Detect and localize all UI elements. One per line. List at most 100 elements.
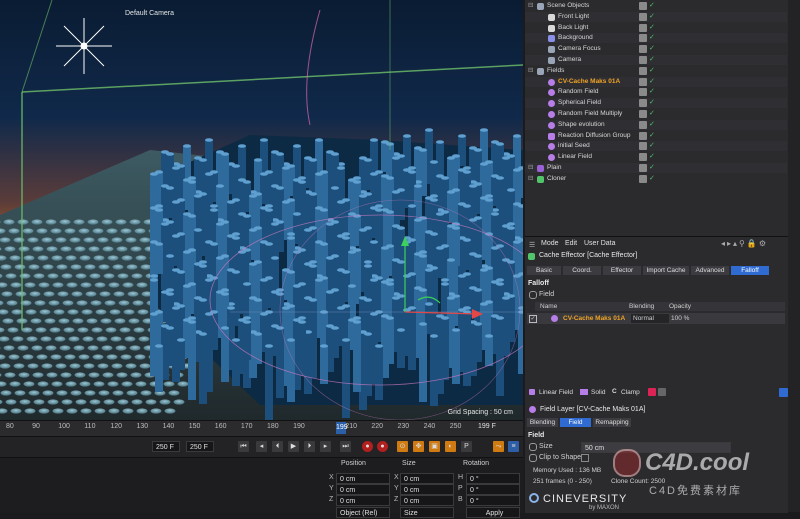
layer-flag-icon[interactable] [639,12,647,21]
expand-icon[interactable]: ⊟ [528,174,533,184]
next-key-icon[interactable]: ▸ [320,441,331,452]
autokey-icon[interactable]: ● [377,441,388,452]
object-row[interactable]: Shape evolution ✓ [525,120,787,130]
layer-tab-field[interactable]: Field [560,418,591,427]
visibility-check-icon[interactable]: ✓ [649,66,655,76]
size-mode-select[interactable]: Size [400,507,454,518]
size-field[interactable]: 0 cm [400,484,454,495]
object-row[interactable]: ⊟ Fields ✓ [525,66,787,76]
rotation-field[interactable]: 0 ° [466,495,520,506]
layer-flag-icon[interactable] [639,110,647,118]
coord-mode-select[interactable]: Object (Rel) [336,507,390,518]
timeline-ruler[interactable]: 80 90 100 110 120 130 140 150 160 170 180 190 210 220… [0,420,523,436]
visibility-check-icon[interactable]: ✓ [649,77,655,87]
size-radio-icon[interactable] [529,443,537,451]
object-row[interactable]: Front Light ✓ [525,12,787,22]
clamp-button[interactable]: Clamp [621,389,640,396]
layer-tab-remapping[interactable]: Remapping [593,418,631,427]
menu-edit[interactable]: Edit [565,240,577,247]
layer-flag-icon[interactable] [639,45,647,54]
visibility-check-icon[interactable]: ✓ [649,141,655,151]
goto-end-icon[interactable]: ⏭ [340,441,351,452]
visibility-check-icon[interactable]: ✓ [649,163,655,173]
next-frame-icon[interactable]: ⏵ [304,441,315,452]
expand-icon[interactable]: ⊟ [528,163,533,173]
layer-flag-icon[interactable] [639,174,647,183]
expand-icon[interactable]: ⊟ [528,66,533,76]
layer-flag-icon[interactable] [639,88,647,97]
rotation-field[interactable]: 0 ° [466,473,520,484]
layer-flag-icon[interactable] [639,77,647,86]
move-key-icon[interactable]: ✥ [413,441,424,452]
menu-user-data[interactable]: User Data [584,240,616,247]
rotate-key-icon[interactable]: ◐ [445,441,456,452]
object-row[interactable]: Spherical Field ✓ [525,98,787,108]
goto-start-icon[interactable]: ⏮ [238,441,249,452]
layer-flag-icon[interactable] [639,142,647,151]
layer-flag-icon[interactable] [639,34,647,43]
keyframe-selection-icon[interactable]: ⊙ [397,441,408,452]
add-layer-icon[interactable] [779,388,788,397]
solid-button[interactable]: Solid [591,389,605,396]
layer-flag-icon[interactable] [639,164,647,172]
menu-mode[interactable]: Mode [541,240,559,247]
object-row[interactable]: Camera ✓ [525,55,787,65]
layer-flag-icon[interactable] [639,23,647,32]
layer-flag-icon[interactable] [639,2,647,10]
3d-viewport[interactable]: Default Camera Grid Spacing : 50 cm [0,0,523,420]
timeline-menu-icon[interactable]: ≡ [508,441,519,452]
prev-key-icon[interactable]: ◂ [256,441,267,452]
visibility-check-icon[interactable]: ✓ [649,12,655,22]
record-icon[interactable]: ● [362,441,373,452]
scale-key-icon[interactable]: ▣ [429,441,440,452]
object-row[interactable]: CV-Cache Maks 01A ✓ [525,77,787,87]
apply-button[interactable]: Apply [466,507,520,518]
start-frame-field[interactable]: 250 F [152,441,180,452]
tab-advanced[interactable]: Advanced [691,266,729,275]
param-key-icon[interactable]: P [461,441,472,452]
visibility-check-icon[interactable]: ✓ [649,1,655,11]
size-field[interactable]: 0 cm [400,495,454,506]
tab-import-cache[interactable]: Import Cache [643,266,689,275]
field-enable-checkbox[interactable]: ✓ [529,315,537,323]
object-row[interactable]: Random Field ✓ [525,87,787,97]
tab-falloff[interactable]: Falloff [731,266,769,275]
clip-checkbox[interactable] [581,454,589,462]
current-frame-marker[interactable]: 199 [336,422,348,434]
visibility-check-icon[interactable]: ✓ [649,98,655,108]
linear-field-button[interactable]: Linear Field [539,389,573,396]
object-row[interactable]: Camera Focus ✓ [525,44,787,54]
layer-flag-icon[interactable] [639,153,647,162]
side-tabs[interactable] [788,0,800,512]
expand-icon[interactable]: ⊟ [528,1,533,11]
visibility-check-icon[interactable]: ✓ [649,131,655,141]
object-row[interactable]: ⊟ Cloner ✓ [525,174,787,184]
field-row-opacity[interactable]: 100 % [671,313,689,324]
layer-flag-icon[interactable] [639,56,647,64]
position-field[interactable]: 0 cm [336,473,390,484]
layer-flag-icon[interactable] [639,99,647,108]
object-row[interactable]: Random Field Multiply ✓ [525,109,787,119]
visibility-check-icon[interactable]: ✓ [649,152,655,162]
field-radio-icon[interactable] [529,291,537,299]
prev-frame-icon[interactable]: ⏴ [272,441,283,452]
visibility-check-icon[interactable]: ✓ [649,87,655,97]
layer-flag-icon[interactable] [639,66,647,75]
visibility-check-icon[interactable]: ✓ [649,120,655,130]
nav-icons[interactable]: ◂▸▴⚲🔒⚙ [721,239,768,248]
play-icon[interactable]: ▶ [288,441,299,452]
position-field[interactable]: 0 cm [336,495,390,506]
visibility-check-icon[interactable]: ✓ [649,55,655,65]
object-row[interactable]: Reaction Diffusion Group ✓ [525,131,787,141]
layer-tab-blending[interactable]: Blending [527,418,558,427]
visibility-check-icon[interactable]: ✓ [649,23,655,33]
object-row[interactable]: Linear Field ✓ [525,152,787,162]
object-row[interactable]: ⊟ Scene Objects ✓ [525,1,787,11]
object-row[interactable]: Back Light ✓ [525,23,787,33]
visibility-check-icon[interactable]: ✓ [649,109,655,119]
motion-mode-icon[interactable]: ⤳ [493,441,504,452]
visibility-check-icon[interactable]: ✓ [649,44,655,54]
rotation-field[interactable]: 0 ° [466,484,520,495]
size-field[interactable]: 0 cm [400,473,454,484]
visibility-check-icon[interactable]: ✓ [649,33,655,43]
